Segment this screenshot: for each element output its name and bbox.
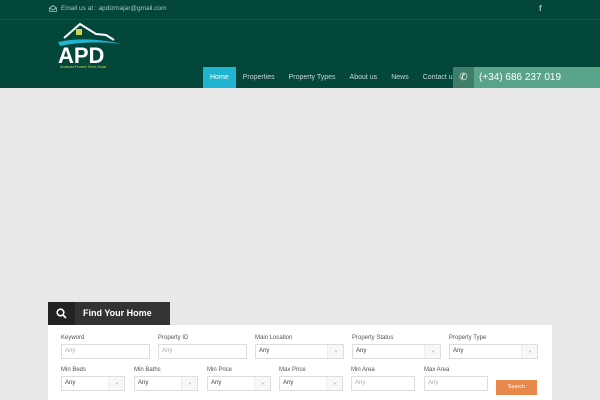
property-id-field: Property ID Any <box>158 335 247 359</box>
property-type-field: Property Type Any ▼ <box>449 335 538 359</box>
email-contact[interactable]: Email us at : apdizmajar@gmail.com <box>49 5 167 12</box>
email-text: Email us at : apdizmajar@gmail.com <box>61 5 167 12</box>
min-price-field: Min Price Any ▼ <box>207 367 271 391</box>
max-price-label: Max Price <box>279 367 306 373</box>
property-status-select[interactable]: Any ▼ <box>352 344 441 359</box>
envelope-icon <box>49 5 57 12</box>
chevron-down-icon: ▼ <box>528 349 532 354</box>
property-id-value: Any <box>162 348 173 354</box>
min-price-select[interactable]: Any ▼ <box>207 376 271 391</box>
min-beds-label: Min Beds <box>61 367 87 373</box>
property-status-label: Property Status <box>352 335 394 341</box>
nav-home[interactable]: Home <box>203 67 236 88</box>
phone-icon: ✆ <box>453 67 474 88</box>
nav-news[interactable]: News <box>384 67 416 88</box>
main-location-value: Any <box>259 348 270 354</box>
keyword-input[interactable]: Any <box>61 344 150 359</box>
search-form: Search Keyword Any Property ID Any Main Loca… <box>48 325 552 400</box>
main-location-field: Main Location Any ▼ <box>255 335 344 359</box>
search-icon <box>48 302 75 325</box>
min-beds-value: Any <box>65 380 76 386</box>
min-beds-select[interactable]: Any ▼ <box>61 376 125 391</box>
min-area-value: Any <box>355 380 366 386</box>
min-beds-field: Min Beds Any ▼ <box>61 367 125 391</box>
logo[interactable]: APD Andalucia Property Direct Ulrajar <box>56 20 126 69</box>
property-type-select[interactable]: Any ▼ <box>449 344 538 359</box>
nav-property-types[interactable]: Property Types <box>282 67 343 88</box>
chevron-down-icon: ▼ <box>115 381 119 386</box>
chevron-down-icon: ▼ <box>334 349 338 354</box>
max-area-label: Max Area <box>424 367 450 373</box>
find-your-home-tab: Find Your Home <box>48 302 170 325</box>
max-area-field: Max Area Any <box>424 367 488 391</box>
chevron-down-icon: ▼ <box>431 349 435 354</box>
top-bar: Email us at : apdizmajar@gmail.com f <box>0 0 600 20</box>
main-location-label: Main Location <box>255 335 293 341</box>
phone-number: (+34) 686 237 019 <box>479 72 562 83</box>
keyword-value: Any <box>65 348 76 354</box>
max-price-field: Max Price Any ▼ <box>279 367 343 391</box>
nav-about-us[interactable]: About us <box>343 67 385 88</box>
logo-tagline: Andalucia Property Direct Ulrajar <box>60 65 107 68</box>
property-type-label: Property Type <box>449 335 487 341</box>
min-baths-label: Min Baths <box>134 367 161 373</box>
min-price-value: Any <box>211 380 222 386</box>
facebook-icon[interactable]: f <box>539 4 542 13</box>
property-status-field: Property Status Any ▼ <box>352 335 441 359</box>
property-status-value: Any <box>356 348 367 354</box>
chevron-down-icon: ▼ <box>333 381 337 386</box>
keyword-label: Keyword <box>61 335 85 341</box>
chevron-down-icon: ▼ <box>261 381 265 386</box>
property-id-input[interactable]: Any <box>158 344 247 359</box>
search-title: Find Your Home <box>83 308 152 318</box>
min-area-label: Min Area <box>351 367 375 373</box>
chevron-down-icon: ▼ <box>188 381 192 386</box>
min-baths-value: Any <box>138 380 149 386</box>
search-button[interactable]: Search <box>496 380 537 395</box>
max-area-input[interactable]: Any <box>424 376 488 391</box>
min-price-label: Min Price <box>207 367 233 373</box>
max-price-value: Any <box>283 380 294 386</box>
min-baths-field: Min Baths Any ▼ <box>134 367 198 391</box>
max-area-value: Any <box>428 380 439 386</box>
nav-properties[interactable]: Properties <box>236 67 282 88</box>
property-type-value: Any <box>453 348 464 354</box>
min-baths-select[interactable]: Any ▼ <box>134 376 198 391</box>
min-area-field: Min Area Any <box>351 367 415 391</box>
main-location-select[interactable]: Any ▼ <box>255 344 344 359</box>
min-area-input[interactable]: Any <box>351 376 415 391</box>
phone-contact[interactable]: ✆ (+34) 686 237 019 <box>453 67 600 88</box>
property-id-label: Property ID <box>158 335 189 341</box>
keyword-field: Keyword Any <box>61 335 150 359</box>
main-nav: Home Properties Property Types About us … <box>203 67 463 88</box>
max-price-select[interactable]: Any ▼ <box>279 376 343 391</box>
site-header: Email us at : apdizmajar@gmail.com f APD… <box>0 0 600 88</box>
